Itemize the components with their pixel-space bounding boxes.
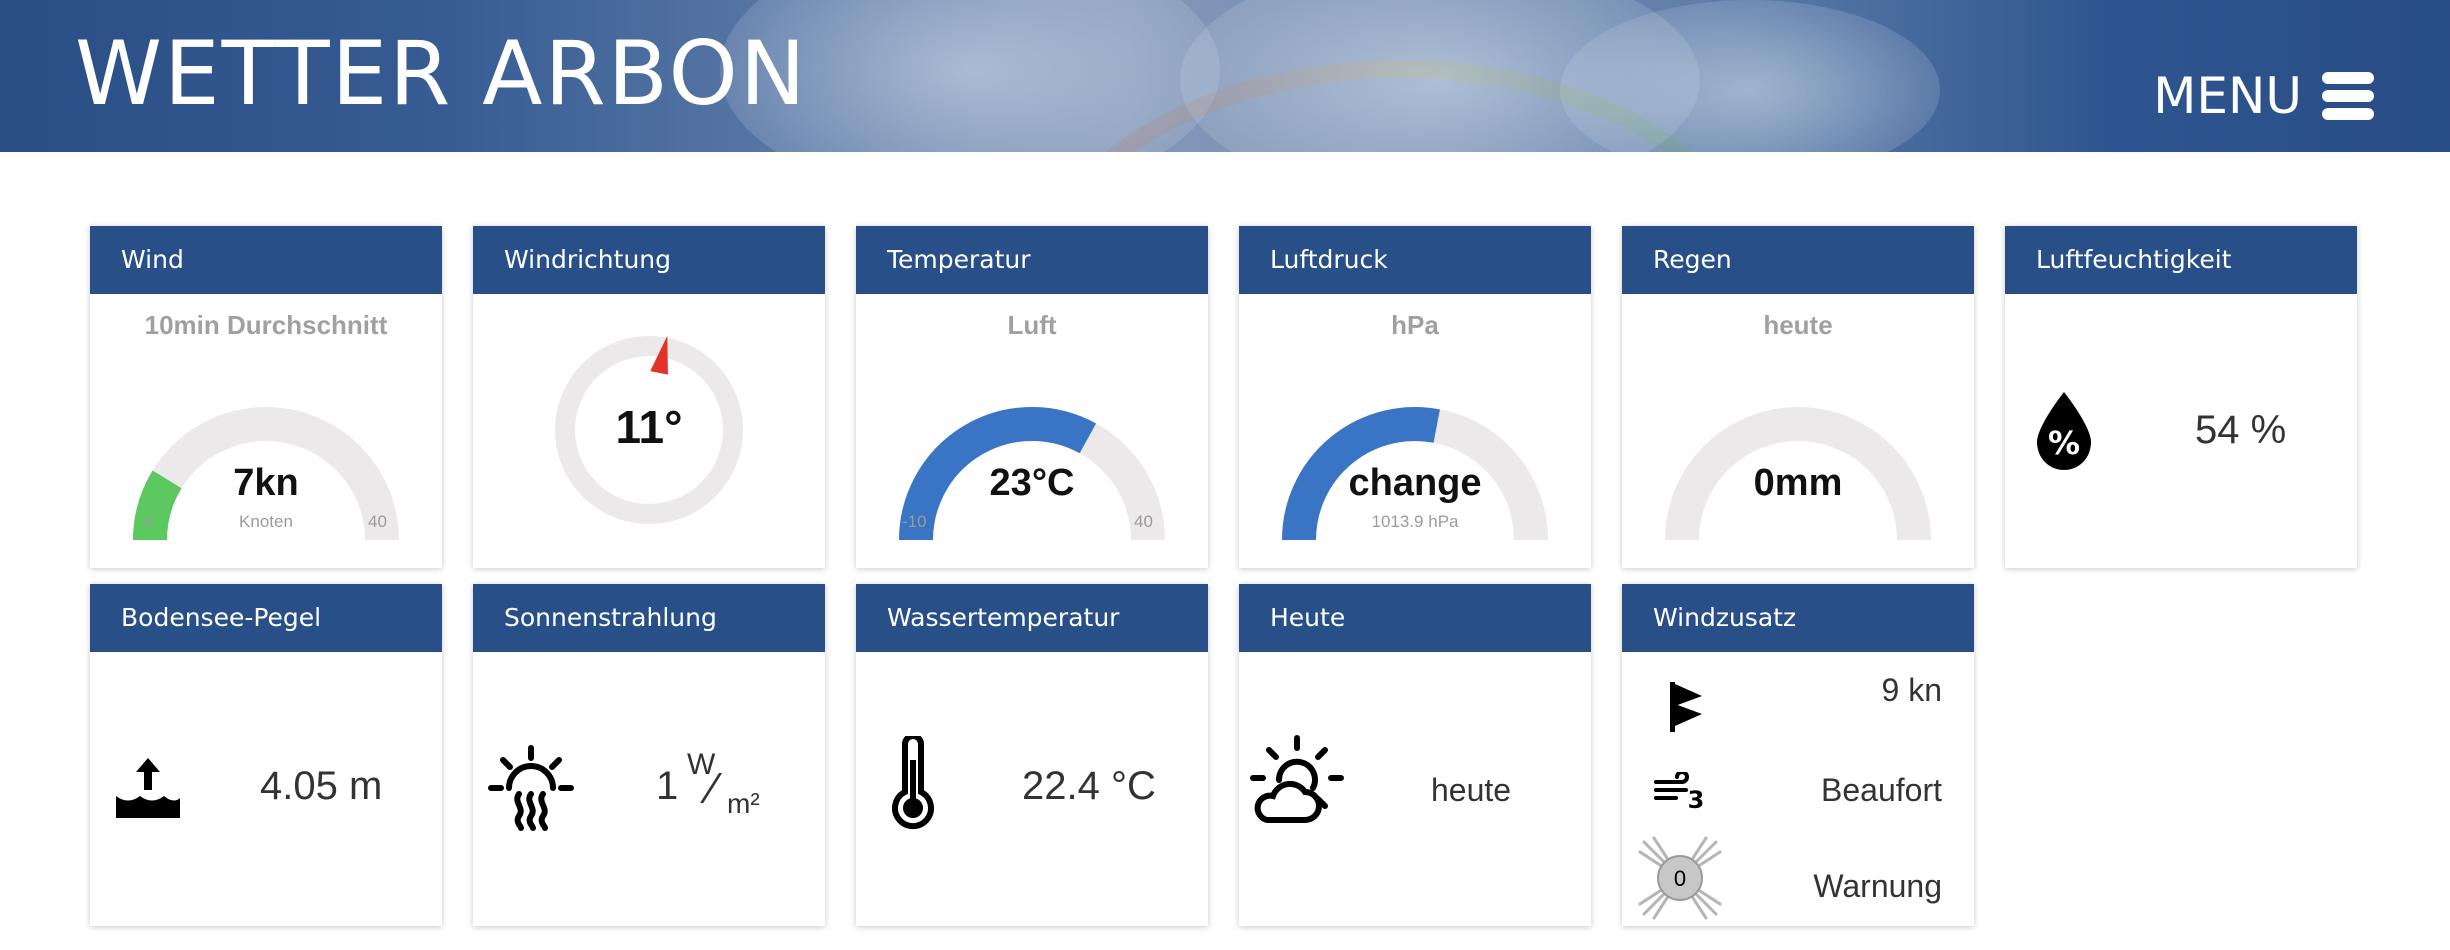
menu-label[interactable]: MENU bbox=[2153, 66, 2302, 126]
gauge-unit-label: Knoten bbox=[239, 512, 293, 531]
wind-value: 7kn bbox=[233, 462, 299, 504]
gust-value: 9 kn bbox=[1881, 672, 1942, 708]
gauge-min-label: -10 bbox=[902, 512, 927, 531]
luftdruck-value: change bbox=[1348, 462, 1482, 504]
card-heute: Heute heute bbox=[1239, 584, 1591, 926]
card-title: Temperatur bbox=[856, 226, 1208, 294]
card-regen: Regen heute 0mm bbox=[1622, 226, 1974, 568]
windrichtung-value: 11° bbox=[615, 401, 683, 453]
humidity-drop-icon: % bbox=[2037, 392, 2091, 470]
unit-denominator: m² bbox=[727, 788, 760, 819]
card-luftfeuchtigkeit: Luftfeuchtigkeit % 54 % bbox=[2005, 226, 2357, 568]
sun-radiation-icon bbox=[488, 745, 574, 831]
card-title: Windzusatz bbox=[1622, 584, 1974, 652]
header-banner: WETTER ARBON MENU bbox=[0, 0, 2450, 152]
water-level-icon bbox=[116, 758, 180, 818]
thermometer-icon bbox=[892, 736, 934, 830]
bodensee-value: 4.05 m bbox=[260, 764, 383, 808]
temperatur-value: 23°C bbox=[989, 462, 1075, 504]
card-title: Sonnenstrahlung bbox=[473, 584, 825, 652]
rain-gauge bbox=[1665, 407, 1931, 541]
card-title: Heute bbox=[1239, 584, 1591, 652]
sonnenstrahlung-value: 1 bbox=[656, 764, 679, 808]
gauge-max-label: 40 bbox=[368, 512, 387, 531]
menu-button[interactable]: MENU bbox=[2153, 66, 2374, 126]
site-title[interactable]: WETTER ARBON bbox=[75, 24, 808, 124]
card-title: Bodensee-Pegel bbox=[90, 584, 442, 652]
beaufort-label: Beaufort bbox=[1821, 772, 1942, 808]
card-sonnenstrahlung: Sonnenstrahlung 1 W ⁄ m² bbox=[473, 584, 825, 926]
card-title: Windrichtung bbox=[473, 226, 825, 294]
card-title: Wassertemperatur bbox=[856, 584, 1208, 652]
card-temperatur: Temperatur Luft 23°C -10 40 bbox=[856, 226, 1208, 568]
card-windzusatz: Windzusatz 9 kn 3 Beaufort 0 Warnung bbox=[1622, 584, 1974, 926]
svg-text:%: % bbox=[2048, 424, 2080, 462]
regen-value: 0mm bbox=[1753, 462, 1843, 504]
wassertemperatur-value: 22.4 °C bbox=[1022, 764, 1156, 808]
card-title: Luftdruck bbox=[1239, 226, 1591, 294]
partly-cloudy-icon bbox=[1250, 735, 1344, 823]
card-title: Luftfeuchtigkeit bbox=[2005, 226, 2357, 294]
card-luftdruck: Luftdruck hPa change 1013.9 hPa bbox=[1239, 226, 1591, 568]
luftfeuchtigkeit-value: 54 % bbox=[2195, 408, 2287, 452]
card-windrichtung: Windrichtung 11° bbox=[473, 226, 825, 568]
gauge-max-label: 40 bbox=[1134, 512, 1153, 531]
card-wassertemperatur: Wassertemperatur 22.4 °C bbox=[856, 584, 1208, 926]
unit-slash: ⁄ bbox=[709, 764, 717, 813]
heute-value: heute bbox=[1431, 772, 1512, 808]
card-bodensee-pegel: Bodensee-Pegel 4.05 m bbox=[90, 584, 442, 926]
card-title: Wind bbox=[90, 226, 442, 294]
hamburger-icon[interactable] bbox=[2322, 72, 2374, 120]
pressure-reading: 1013.9 hPa bbox=[1371, 512, 1459, 531]
card-wind: Wind 10min Durchschnitt 7kn 0 Knoten 40 bbox=[90, 226, 442, 568]
card-title: Regen bbox=[1622, 226, 1974, 294]
warning-label: Warnung bbox=[1813, 868, 1942, 904]
